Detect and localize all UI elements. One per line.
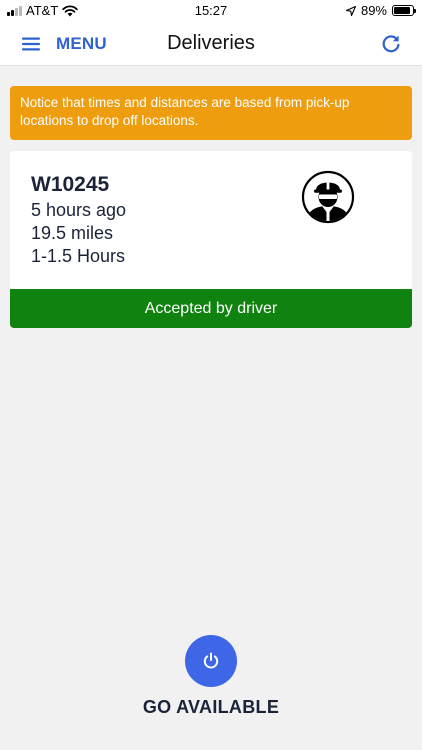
delivery-distance: 19.5 miles	[31, 223, 114, 243]
status-bar: AT&T 15:27 89%	[0, 0, 422, 22]
location-arrow-icon	[345, 5, 356, 16]
page-title: Deliveries	[167, 32, 255, 54]
status-banner: Accepted by driver	[10, 289, 412, 328]
app-header: MENU Deliveries	[0, 22, 422, 66]
notice-text: Notice that times and distances are base…	[20, 95, 350, 128]
refresh-icon	[382, 35, 400, 53]
status-right: 89%	[345, 3, 416, 18]
status-text: Accepted by driver	[144, 300, 278, 317]
battery-level	[394, 7, 411, 14]
distance-notice: Notice that times and distances are base…	[10, 86, 412, 140]
power-icon	[203, 652, 219, 669]
delivery-duration: 1-1.5 Hours	[31, 246, 126, 266]
order-id: W10245	[31, 173, 110, 196]
posted-time: 5 hours ago	[31, 200, 127, 220]
battery-percent: 89%	[360, 3, 387, 18]
go-available-button[interactable]	[185, 635, 237, 687]
driver-hardhat-icon	[301, 170, 355, 224]
delivery-card[interactable]: W10245 5 hours ago 19.5 miles 1-1.5 Hour…	[10, 151, 412, 328]
go-available-label[interactable]: GO AVAILABLE	[0, 697, 422, 718]
battery-icon	[392, 5, 416, 16]
refresh-button[interactable]	[378, 31, 404, 57]
